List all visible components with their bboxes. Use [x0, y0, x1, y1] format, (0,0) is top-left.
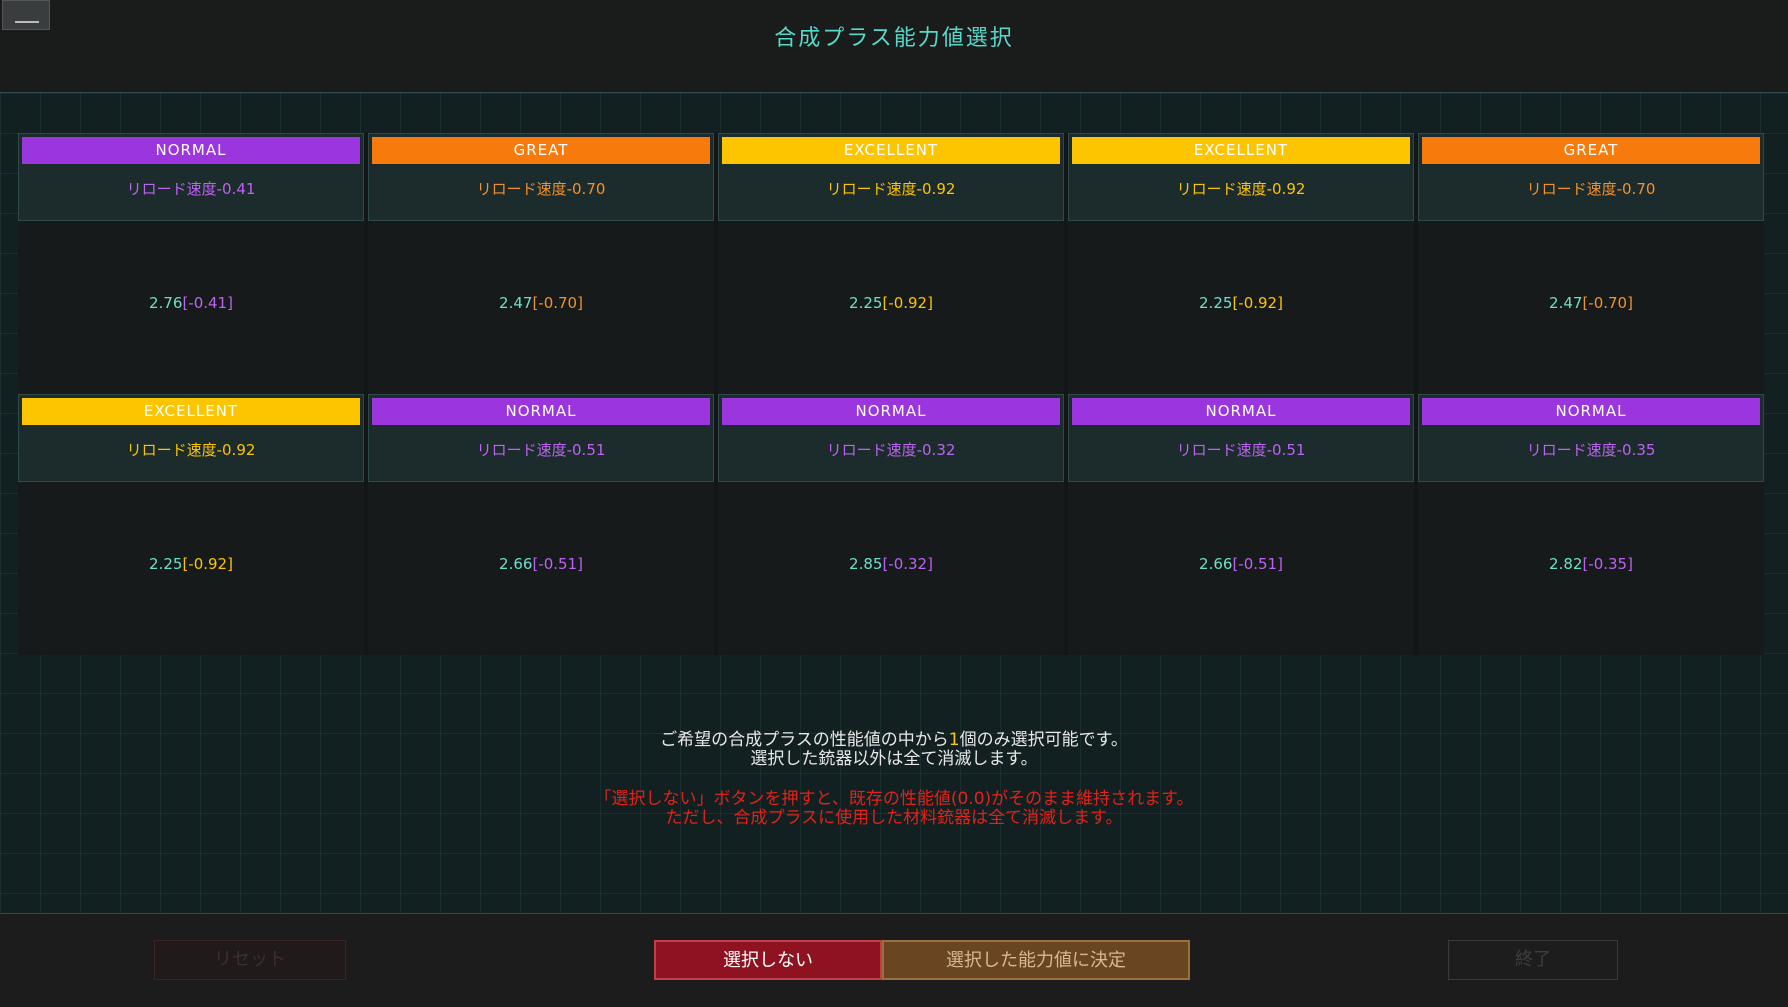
stat-label: リロード速度-0.35 — [1526, 441, 1656, 459]
result-value: 2.66 — [499, 555, 533, 573]
info-line-1-count: 1 — [948, 730, 960, 750]
stat-label: リロード速度-0.92 — [826, 180, 956, 198]
rank-badge: EXCELLENT — [22, 398, 360, 425]
option-card-header: GREAT リロード速度-0.70 — [368, 133, 714, 221]
result-delta: [-0.35] — [1582, 555, 1633, 573]
result-delta: [-0.92] — [882, 294, 933, 312]
rank-badge: EXCELLENT — [1072, 137, 1410, 164]
result-value: 2.47 — [1549, 294, 1583, 312]
rank-badge: NORMAL — [1422, 398, 1760, 425]
info-line-1-prefix: ご希望の合成プラスの性能値の中から — [660, 730, 949, 750]
stat-result: 2.25[-0.92] — [18, 555, 364, 573]
warning-line-1: 「選択しない」ボタンを押すと、既存の性能値(0.0)がそのまま維持されます。 — [594, 789, 1194, 809]
option-card-header: NORMAL リロード速度-0.35 — [1418, 394, 1764, 482]
rank-badge: NORMAL — [722, 398, 1060, 425]
stat-label: リロード速度-0.32 — [826, 441, 956, 459]
result-delta: [-0.92] — [1232, 294, 1283, 312]
result-value: 2.25 — [849, 294, 883, 312]
option-card[interactable]: EXCELLENT リロード速度-0.92 2.25[-0.92] — [18, 394, 364, 655]
result-value: 2.76 — [149, 294, 183, 312]
stat-result: 2.66[-0.51] — [1068, 555, 1414, 573]
result-value: 2.47 — [499, 294, 533, 312]
stat-label: リロード速度-0.92 — [1176, 180, 1306, 198]
option-card[interactable]: EXCELLENT リロード速度-0.92 2.25[-0.92] — [718, 133, 1064, 394]
rank-badge: NORMAL — [1072, 398, 1410, 425]
option-card[interactable]: GREAT リロード速度-0.70 2.47[-0.70] — [368, 133, 714, 394]
result-delta: [-0.70] — [1582, 294, 1633, 312]
result-value: 2.25 — [149, 555, 183, 573]
option-card-header: GREAT リロード速度-0.70 — [1418, 133, 1764, 221]
no-select-button[interactable]: 選択しない — [654, 940, 882, 980]
stat-label: リロード速度-0.51 — [476, 441, 606, 459]
page-title: 合成プラス能力値選択 — [774, 26, 1014, 51]
stat-label: リロード速度-0.70 — [476, 180, 606, 198]
rank-badge: GREAT — [1422, 137, 1760, 164]
info-message: ご希望の合成プラスの性能値の中から1個のみ選択可能です。 選択した銃器以外は全て… — [0, 731, 1788, 769]
stat-result: 2.25[-0.92] — [1068, 294, 1414, 312]
option-card-header: NORMAL リロード速度-0.51 — [368, 394, 714, 482]
option-card[interactable]: EXCELLENT リロード速度-0.92 2.25[-0.92] — [1068, 133, 1414, 394]
stat-label: リロード速度-0.92 — [126, 441, 256, 459]
option-card[interactable]: NORMAL リロード速度-0.51 2.66[-0.51] — [1068, 394, 1414, 655]
option-card-header: NORMAL リロード速度-0.32 — [718, 394, 1064, 482]
rank-badge: GREAT — [372, 137, 710, 164]
result-delta: [-0.51] — [532, 555, 583, 573]
confirm-selection-button[interactable]: 選択した能力値に決定 — [882, 940, 1190, 980]
stat-label: リロード速度-0.70 — [1526, 180, 1656, 198]
option-card-header: NORMAL リロード速度-0.41 — [18, 133, 364, 221]
option-card[interactable]: NORMAL リロード速度-0.41 2.76[-0.41] — [18, 133, 364, 394]
result-delta: [-0.41] — [182, 294, 233, 312]
info-line-1-suffix: 個のみ選択可能です。 — [959, 730, 1128, 750]
stat-result: 2.85[-0.32] — [718, 555, 1064, 573]
main-area: NORMAL リロード速度-0.41 2.76[-0.41] GREAT リロード速度-… — [0, 93, 1788, 913]
result-delta: [-0.32] — [882, 555, 933, 573]
stat-label: リロード速度-0.41 — [126, 180, 256, 198]
result-delta: [-0.92] — [182, 555, 233, 573]
option-card-header: EXCELLENT リロード速度-0.92 — [718, 133, 1064, 221]
result-value: 2.85 — [849, 555, 883, 573]
result-value: 2.25 — [1199, 294, 1233, 312]
warning-message: 「選択しない」ボタンを押すと、既存の性能値(0.0)がそのまま維持されます。 た… — [0, 790, 1788, 828]
option-card[interactable]: NORMAL リロード速度-0.51 2.66[-0.51] — [368, 394, 714, 655]
stat-result: 2.66[-0.51] — [368, 555, 714, 573]
option-card-header: EXCELLENT リロード速度-0.92 — [18, 394, 364, 482]
bottom-bar: リセット 選択しない 選択した能力値に決定 終了 — [0, 913, 1788, 1007]
option-grid: NORMAL リロード速度-0.41 2.76[-0.41] GREAT リロード速度-… — [18, 133, 1764, 655]
option-card[interactable]: NORMAL リロード速度-0.32 2.85[-0.32] — [718, 394, 1064, 655]
option-card[interactable]: NORMAL リロード速度-0.35 2.82[-0.35] — [1418, 394, 1764, 655]
rank-badge: NORMAL — [372, 398, 710, 425]
rank-badge: NORMAL — [22, 137, 360, 164]
rank-badge: EXCELLENT — [722, 137, 1060, 164]
option-card[interactable]: GREAT リロード速度-0.70 2.47[-0.70] — [1418, 133, 1764, 394]
result-delta: [-0.70] — [532, 294, 583, 312]
result-value: 2.66 — [1199, 555, 1233, 573]
end-button[interactable]: 終了 — [1448, 940, 1618, 980]
warning-line-2: ただし、合成プラスに使用した材料銃器は全て消滅します。 — [665, 808, 1123, 828]
stat-result: 2.47[-0.70] — [1418, 294, 1764, 312]
stat-label: リロード速度-0.51 — [1176, 441, 1306, 459]
info-line-2: 選択した銃器以外は全て消滅します。 — [750, 749, 1038, 769]
stat-result: 2.25[-0.92] — [718, 294, 1064, 312]
option-card-header: EXCELLENT リロード速度-0.92 — [1068, 133, 1414, 221]
result-value: 2.82 — [1549, 555, 1583, 573]
reset-button[interactable]: リセット — [154, 940, 346, 980]
option-card-header: NORMAL リロード速度-0.51 — [1068, 394, 1414, 482]
stat-result: 2.47[-0.70] — [368, 294, 714, 312]
top-bar: 合成プラス能力値選択 — [0, 0, 1788, 93]
info-line-1: ご希望の合成プラスの性能値の中から1個のみ選択可能です。 — [0, 731, 1788, 750]
stat-result: 2.76[-0.41] — [18, 294, 364, 312]
stat-result: 2.82[-0.35] — [1418, 555, 1764, 573]
result-delta: [-0.51] — [1232, 555, 1283, 573]
